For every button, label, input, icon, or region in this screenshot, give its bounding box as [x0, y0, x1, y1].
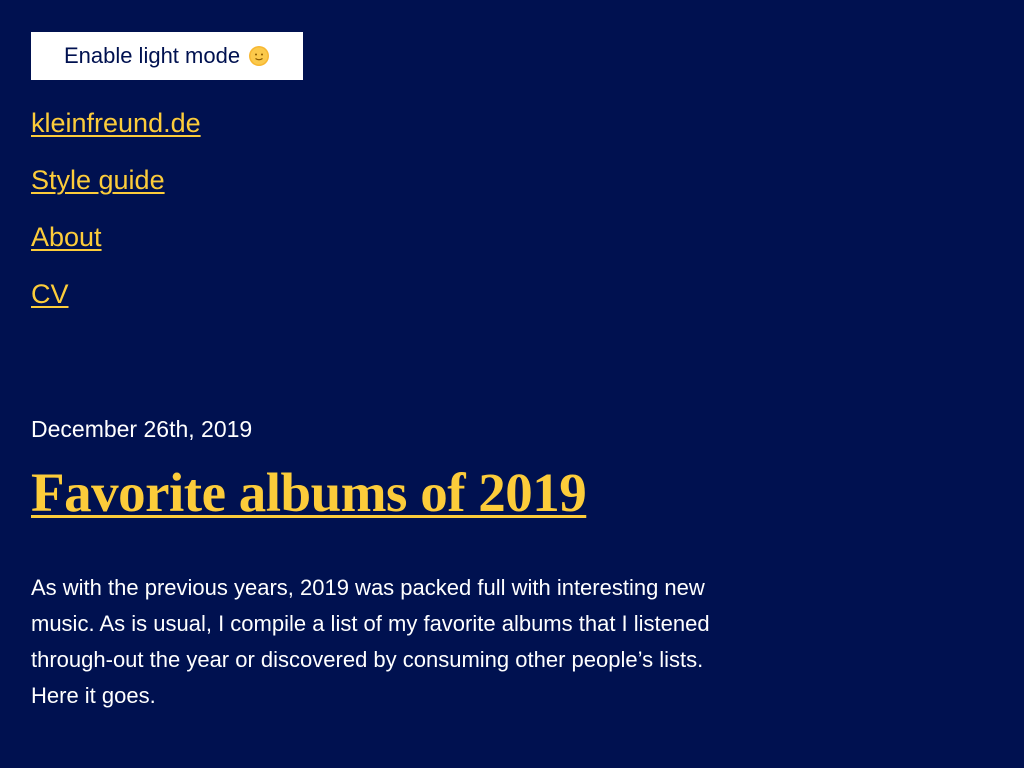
post-title-link[interactable]: Favorite albums of 2019: [31, 462, 587, 523]
nav-link-home[interactable]: kleinfreund.de: [31, 108, 201, 138]
sun-face-icon: [248, 45, 270, 67]
light-mode-toggle-button[interactable]: Enable light mode: [31, 32, 303, 80]
nav-link-about[interactable]: About: [31, 222, 102, 252]
nav-item-about: About: [31, 218, 201, 275]
site-navigation: kleinfreund.de Style guide About CV: [31, 104, 201, 332]
nav-item-cv: CV: [31, 275, 201, 332]
nav-item-home: kleinfreund.de: [31, 104, 201, 161]
post-date: December 26th, 2019: [31, 416, 253, 442]
light-mode-toggle-label: Enable light mode: [63, 43, 241, 68]
nav-item-style-guide: Style guide: [31, 161, 201, 218]
nav-link-cv[interactable]: CV: [31, 279, 69, 309]
post-title: Favorite albums of 2019: [31, 458, 587, 528]
nav-link-style-guide[interactable]: Style guide: [31, 165, 165, 195]
post-intro-paragraph: As with the previous years, 2019 was pac…: [31, 575, 710, 708]
